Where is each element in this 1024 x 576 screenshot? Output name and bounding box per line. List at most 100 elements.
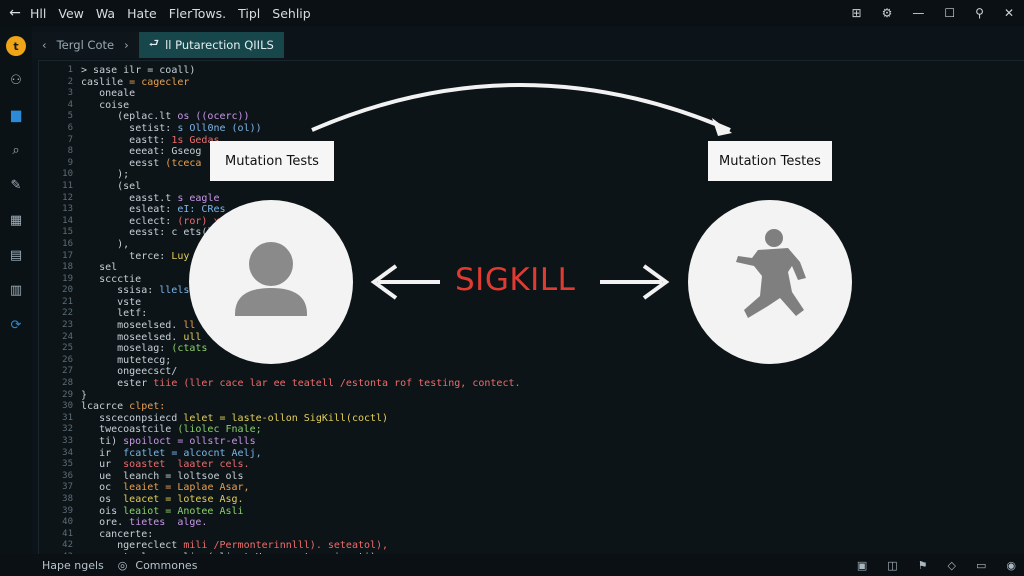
status-icon-2[interactable]: ◫: [887, 559, 897, 572]
line-number: 4: [67, 99, 73, 110]
status-left-text[interactable]: Hape ngels: [42, 559, 104, 572]
line-number: 37: [62, 482, 73, 493]
code-line: (sel: [117, 180, 142, 192]
chat-icon[interactable]: ▆: [5, 104, 27, 126]
tab-active[interactable]: ⮐ ll Putarection QIILS: [138, 32, 284, 58]
code-line: ue leanch = loltsoe ols: [99, 470, 244, 482]
status-right-icons: ▣ ◫ ⚑ ◇ ▭ ◉: [857, 559, 1016, 572]
code-line: ti) spoiloct = ollstr-ells: [99, 436, 256, 447]
file-icon[interactable]: ▥: [5, 279, 27, 301]
maximize-icon[interactable]: ☐: [944, 6, 955, 20]
code-line: terce: Luy: [129, 250, 190, 262]
line-number: 25: [62, 343, 73, 354]
extensions-icon[interactable]: ▦: [5, 209, 27, 231]
code-line: ssisa: llelsd: [117, 285, 196, 297]
code-line: > sase ilr = coall): [81, 65, 196, 76]
status-icon-1[interactable]: ▣: [857, 559, 867, 572]
menu-item-hate[interactable]: Hate: [127, 6, 157, 21]
line-number: 29: [62, 389, 73, 400]
code-line: }: [81, 389, 88, 401]
close-icon[interactable]: ✕: [1004, 6, 1014, 20]
code-line: ongeecsct/: [117, 366, 178, 378]
line-number: 36: [62, 470, 73, 481]
menu-item-tipl[interactable]: Tipl: [238, 6, 260, 21]
line-number: 39: [62, 505, 73, 516]
code-line: eesst (tceca: [129, 157, 202, 169]
title-bar: ← Hll Vew Wa Hate FlerTows. Tipl Sehlip …: [0, 0, 1024, 26]
code-line: eclect: (ror) xoa: [129, 215, 232, 227]
status-icon-6[interactable]: ◉: [1006, 559, 1016, 572]
line-number: 41: [62, 528, 73, 539]
folder-icon[interactable]: ▤: [5, 244, 27, 266]
line-number: 14: [62, 215, 73, 226]
debug-icon[interactable]: ✎: [5, 174, 27, 196]
back-arrow-icon[interactable]: ←: [0, 5, 30, 21]
line-number: 8: [67, 146, 73, 157]
line-number: 27: [62, 366, 73, 377]
status-icon-3[interactable]: ⚑: [918, 559, 928, 572]
menu-item-view[interactable]: Vew: [58, 6, 84, 21]
code-area[interactable]: > sase ilr = coall) caslile = cagecler on…: [81, 65, 521, 564]
line-number: 7: [67, 134, 73, 145]
code-line: eeeat: Gseog: [129, 146, 202, 158]
line-number: 17: [62, 250, 73, 261]
search-icon[interactable]: ⌕: [5, 139, 27, 161]
line-number: 21: [62, 296, 73, 307]
tab-label: ll Putarection QIILS: [165, 38, 274, 52]
bell-icon[interactable]: ⚲: [975, 6, 984, 20]
line-number: 11: [62, 180, 73, 191]
menu-item-file[interactable]: Hll: [30, 6, 46, 21]
window-controls: ⊞ ⚙ — ☐ ⚲ ✕: [852, 0, 1014, 26]
code-line: lcacrce clpet:: [81, 401, 166, 413]
menu-item-sehlip[interactable]: Sehlip: [272, 6, 310, 21]
menu-item-flertows[interactable]: FlerTows.: [169, 6, 226, 21]
line-number: 12: [62, 192, 73, 203]
code-line: vste: [117, 296, 142, 308]
code-line: ore. tietes alge.: [99, 517, 208, 529]
line-number: 42: [62, 540, 73, 551]
line-number: 6: [67, 122, 73, 133]
code-line: moselag: (ctats: [117, 343, 208, 355]
sync-icon[interactable]: ⟳: [5, 314, 27, 336]
line-number: 9: [67, 157, 73, 168]
code-line: letf:: [117, 308, 148, 320]
status-icon-4[interactable]: ◇: [948, 559, 956, 572]
line-number: 22: [62, 308, 73, 319]
line-number: 28: [62, 378, 73, 389]
line-number: 38: [62, 493, 73, 504]
minimize-icon[interactable]: —: [912, 6, 924, 20]
line-number: 32: [62, 424, 73, 435]
code-line: moseelsed. ull: [117, 331, 202, 343]
code-line: ),: [117, 238, 130, 250]
line-number: 16: [62, 238, 73, 249]
settings-icon[interactable]: ⚙: [882, 6, 893, 20]
status-icon-5[interactable]: ▭: [976, 559, 986, 572]
line-number: 1: [67, 65, 73, 75]
menu-item-wa[interactable]: Wa: [96, 6, 115, 21]
code-line: ssceconpsiecd lelet = laste-ollon SigKil…: [99, 412, 389, 424]
line-number: 30: [62, 401, 73, 412]
code-line: ir fcatlet = alcocnt Aelj,: [99, 447, 262, 459]
line-number: 23: [62, 320, 73, 331]
user-badge-icon[interactable]: t: [6, 36, 26, 56]
git-icon[interactable]: ⚇: [5, 69, 27, 91]
code-editor[interactable]: 1 2 3 4 5 6 7 8 9 10 11 12 13 14 15 16 17 18 19 20 21 22 23 24 2…: [38, 60, 1024, 563]
code-line: easst.t s eagle: [129, 192, 220, 204]
chevron-right-icon[interactable]: ›: [124, 38, 129, 52]
line-number: 2: [67, 76, 73, 87]
tab-arrow-icon: ⮐: [148, 35, 160, 50]
line-number: 3: [67, 88, 73, 99]
tab-inactive[interactable]: ‹ Tergl Cote ›: [32, 32, 139, 58]
line-number: 31: [62, 412, 73, 423]
code-line: mutetecg;: [117, 354, 172, 366]
chevron-left-icon[interactable]: ‹: [42, 38, 47, 52]
line-number: 40: [62, 517, 73, 528]
status-left2-text[interactable]: Commones: [135, 559, 197, 572]
code-line: coise: [99, 99, 130, 111]
code-line: sccctie: [99, 273, 142, 285]
code-line: ois leaiot = Anotee Asli: [99, 505, 244, 517]
account-icon[interactable]: ⊞: [852, 6, 862, 20]
line-number: 33: [62, 436, 73, 446]
code-line: eesst: c ets(l: [129, 227, 214, 239]
code-line: ngereclect mili /Permonterinnlll). setea…: [117, 540, 389, 552]
